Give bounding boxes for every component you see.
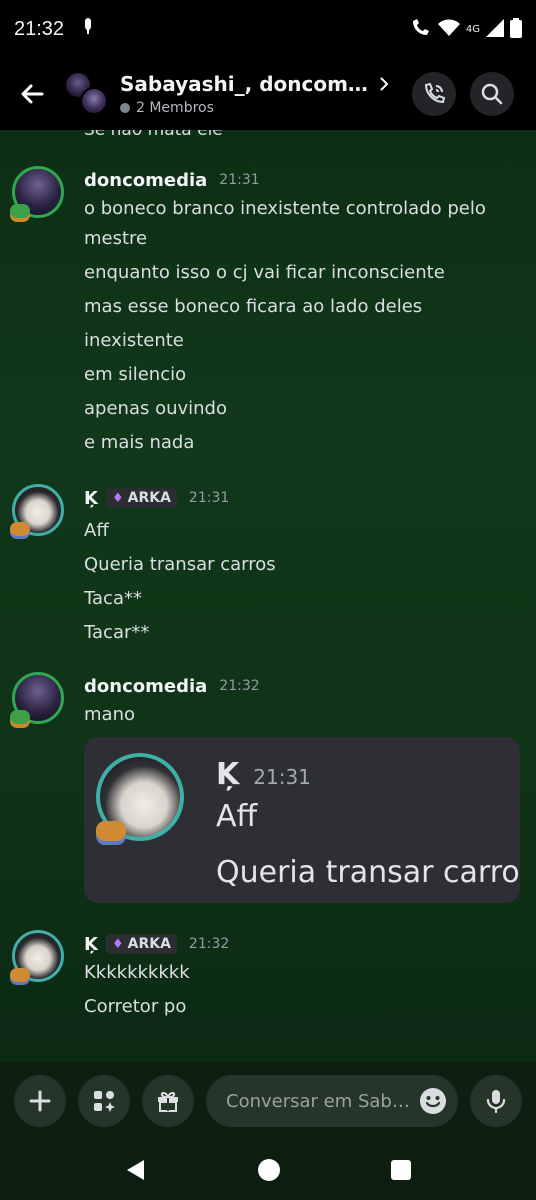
timestamp: 21:32 [188, 936, 230, 952]
apps-icon [94, 1091, 115, 1112]
voice-message-button[interactable] [470, 1075, 522, 1127]
embed-avatar [96, 753, 186, 843]
notification-icon [82, 16, 94, 42]
signal-icon [486, 18, 504, 40]
message-line[interactable]: em silencio [84, 360, 524, 390]
plus-icon [29, 1090, 51, 1112]
timestamp: 21:31 [219, 172, 260, 188]
author-name[interactable]: doncomedia [84, 676, 207, 697]
embed-timestamp: 21:31 [253, 765, 311, 789]
message-line[interactable]: apenas ouvindo [84, 394, 524, 424]
channel-header: Sabayashi_, doncome… 2 Membros [0, 58, 536, 130]
avatar[interactable] [10, 672, 68, 728]
microphone-icon [486, 1090, 506, 1114]
clipped-message-text: Se não mata ele [84, 130, 223, 140]
message-line[interactable]: mano [84, 700, 524, 730]
arrow-left-icon [21, 84, 44, 104]
message-line[interactable]: Aff [84, 516, 524, 546]
gift-button[interactable] [142, 1075, 194, 1127]
message-line[interactable]: e mais nada [84, 428, 524, 458]
author-name[interactable]: Ķ [84, 934, 98, 955]
guild-tag-label: ARKA [127, 936, 171, 952]
author-name[interactable]: Ķ [84, 488, 98, 509]
chevron-right-icon [380, 77, 389, 91]
header-title-block[interactable]: Sabayashi_, doncome… 2 Membros [120, 72, 412, 116]
message-line[interactable]: Kkkkkkkkkk [84, 958, 524, 988]
avatar[interactable] [10, 166, 68, 222]
network-label: 4G [465, 23, 480, 35]
guild-tag[interactable]: ♦ ARKA [105, 934, 177, 954]
gift-icon [158, 1091, 178, 1112]
message-line[interactable]: mas esse boneco ficara ao lado deles [84, 292, 524, 322]
call-button[interactable] [412, 72, 456, 116]
emoji-icon[interactable] [418, 1086, 448, 1116]
search-icon [481, 83, 503, 105]
timestamp: 21:31 [188, 490, 230, 506]
search-button[interactable] [470, 72, 514, 116]
wifi-icon [437, 19, 460, 40]
message-line[interactable]: inexistente [84, 326, 524, 356]
message-line[interactable]: Taca** [84, 584, 524, 614]
timestamp: 21:32 [219, 678, 260, 694]
avatar[interactable] [10, 930, 68, 986]
embed-author: Ķ [216, 757, 240, 792]
system-navigation-bar [0, 1140, 536, 1200]
channel-title: Sabayashi_, doncome… [120, 72, 370, 96]
battery-icon [510, 17, 522, 41]
message-line[interactable]: o boneco branco inexistente controlado p… [84, 194, 524, 224]
message-line[interactable]: enquanto isso o cj vai ficar inconscient… [84, 258, 524, 288]
apps-button[interactable] [78, 1075, 130, 1127]
member-count: 2 Membros [136, 100, 214, 116]
image-attachment[interactable]: Ķ 21:31 Aff Queria transar carros [84, 737, 520, 903]
message-line[interactable]: Queria transar carros [84, 550, 524, 580]
group-avatar [64, 71, 110, 117]
guild-tag[interactable]: ♦ ARKA [105, 488, 177, 508]
message-line[interactable]: Corretor po [84, 992, 524, 1022]
message-input[interactable] [224, 1089, 418, 1113]
message-line[interactable]: mestre [84, 224, 524, 254]
embed-line: Aff [216, 799, 258, 834]
status-bar: 21:32 4G [0, 0, 536, 58]
recents-nav-icon[interactable] [390, 1159, 412, 1181]
home-nav-icon[interactable] [257, 1158, 281, 1182]
message-input-wrapper [206, 1075, 458, 1127]
back-button[interactable] [0, 58, 64, 130]
guild-tag-label: ARKA [127, 490, 171, 506]
wifi-call-icon [410, 18, 432, 41]
guild-tag-icon: ♦ [111, 490, 124, 506]
clock: 21:32 [14, 17, 65, 40]
phone-call-icon [424, 82, 446, 104]
message-line[interactable]: Tacar** [84, 618, 524, 648]
add-attachment-button[interactable] [14, 1075, 66, 1127]
guild-tag-icon: ♦ [111, 936, 124, 952]
embed-line: Queria transar carros [216, 855, 520, 890]
status-dot [120, 103, 130, 113]
back-nav-icon[interactable] [124, 1158, 148, 1182]
author-name[interactable]: doncomedia [84, 170, 207, 191]
avatar[interactable] [10, 484, 68, 540]
message-list[interactable]: Se não mata ele doncomedia 21:31 o bonec… [0, 130, 536, 1062]
message-composer [0, 1062, 536, 1140]
